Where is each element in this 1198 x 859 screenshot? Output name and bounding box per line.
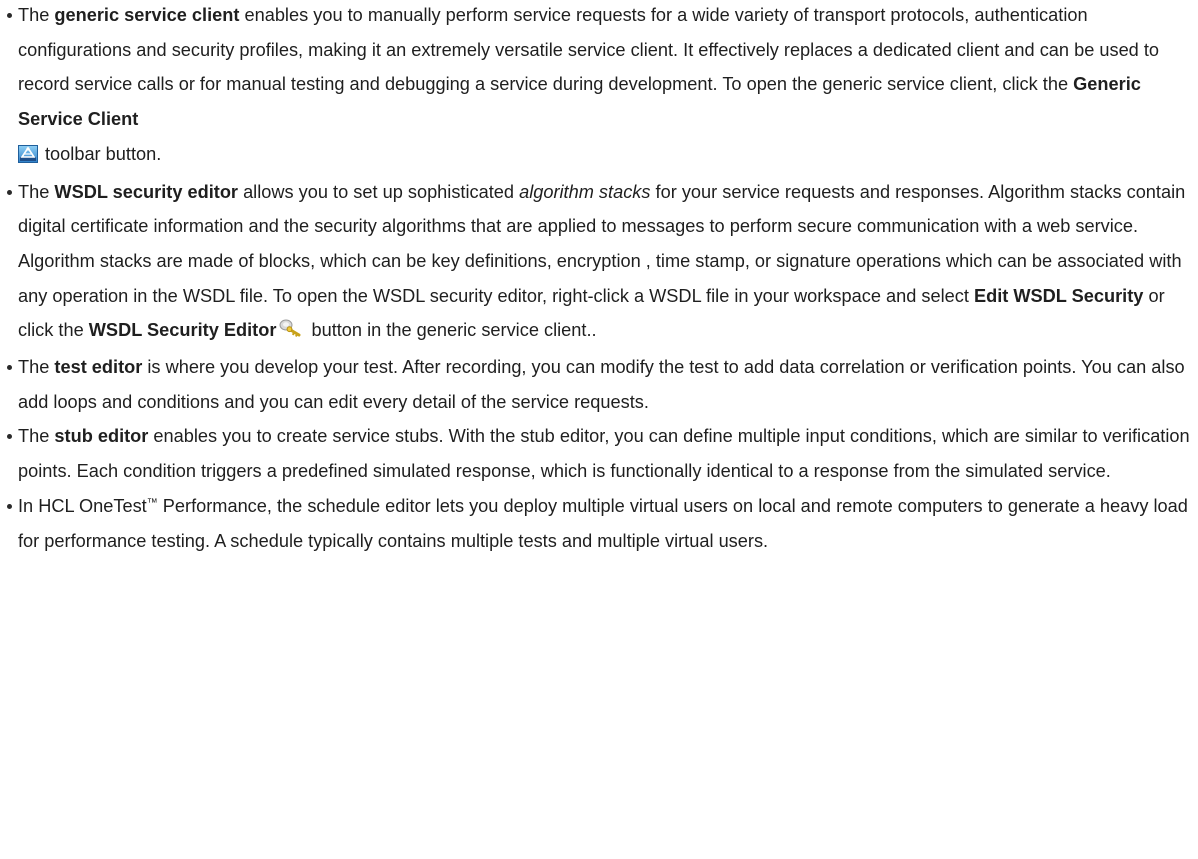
term-stub-editor: stub editor <box>54 426 149 447</box>
term-test-editor: test editor <box>54 357 143 378</box>
item-intro: The <box>18 5 55 25</box>
item-text: In HCL OneTest <box>18 495 147 516</box>
list-item-schedule-editor: In HCL OneTest™ Performance, the schedul… <box>0 489 1198 558</box>
item-text: is where you develop your test. After re… <box>18 357 1185 412</box>
list-item-wsdl-security-editor: The WSDL security editor allows you to s… <box>0 175 1198 351</box>
item-text: enables you to create service stubs. Wit… <box>18 426 1190 482</box>
list-item-generic-service-client: The generic service client enables you t… <box>0 0 1198 175</box>
term-generic-service-client: generic service client <box>54 5 240 25</box>
item-intro: The <box>18 426 55 447</box>
list-item-stub-editor: The stub editor enables you to create se… <box>0 419 1198 488</box>
trademark-symbol: ™ <box>146 496 158 509</box>
item-intro: The <box>18 181 55 202</box>
generic-service-client-icon <box>18 140 38 175</box>
menu-name-edit-wsdl-security: Edit WSDL Security <box>973 285 1144 306</box>
item-text: button in the generic service client.. <box>306 320 597 341</box>
wsdl-security-editor-icon <box>279 315 301 350</box>
item-intro: The <box>18 357 55 378</box>
item-text: Performance, the schedule editor lets yo… <box>18 495 1188 551</box>
term-algorithm-stacks: algorithm stacks <box>519 181 651 202</box>
item-text: allows you to set up sophisticated <box>238 181 520 202</box>
document-body: The generic service client enables you t… <box>0 0 1198 558</box>
term-wsdl-security-editor: WSDL security editor <box>54 181 239 202</box>
editor-list: The generic service client enables you t… <box>0 0 1198 558</box>
list-item-test-editor: The test editor is where you develop you… <box>0 350 1198 419</box>
button-name-wsdl-security-editor: WSDL Security Editor <box>88 320 277 341</box>
item-text: toolbar button. <box>45 143 162 164</box>
